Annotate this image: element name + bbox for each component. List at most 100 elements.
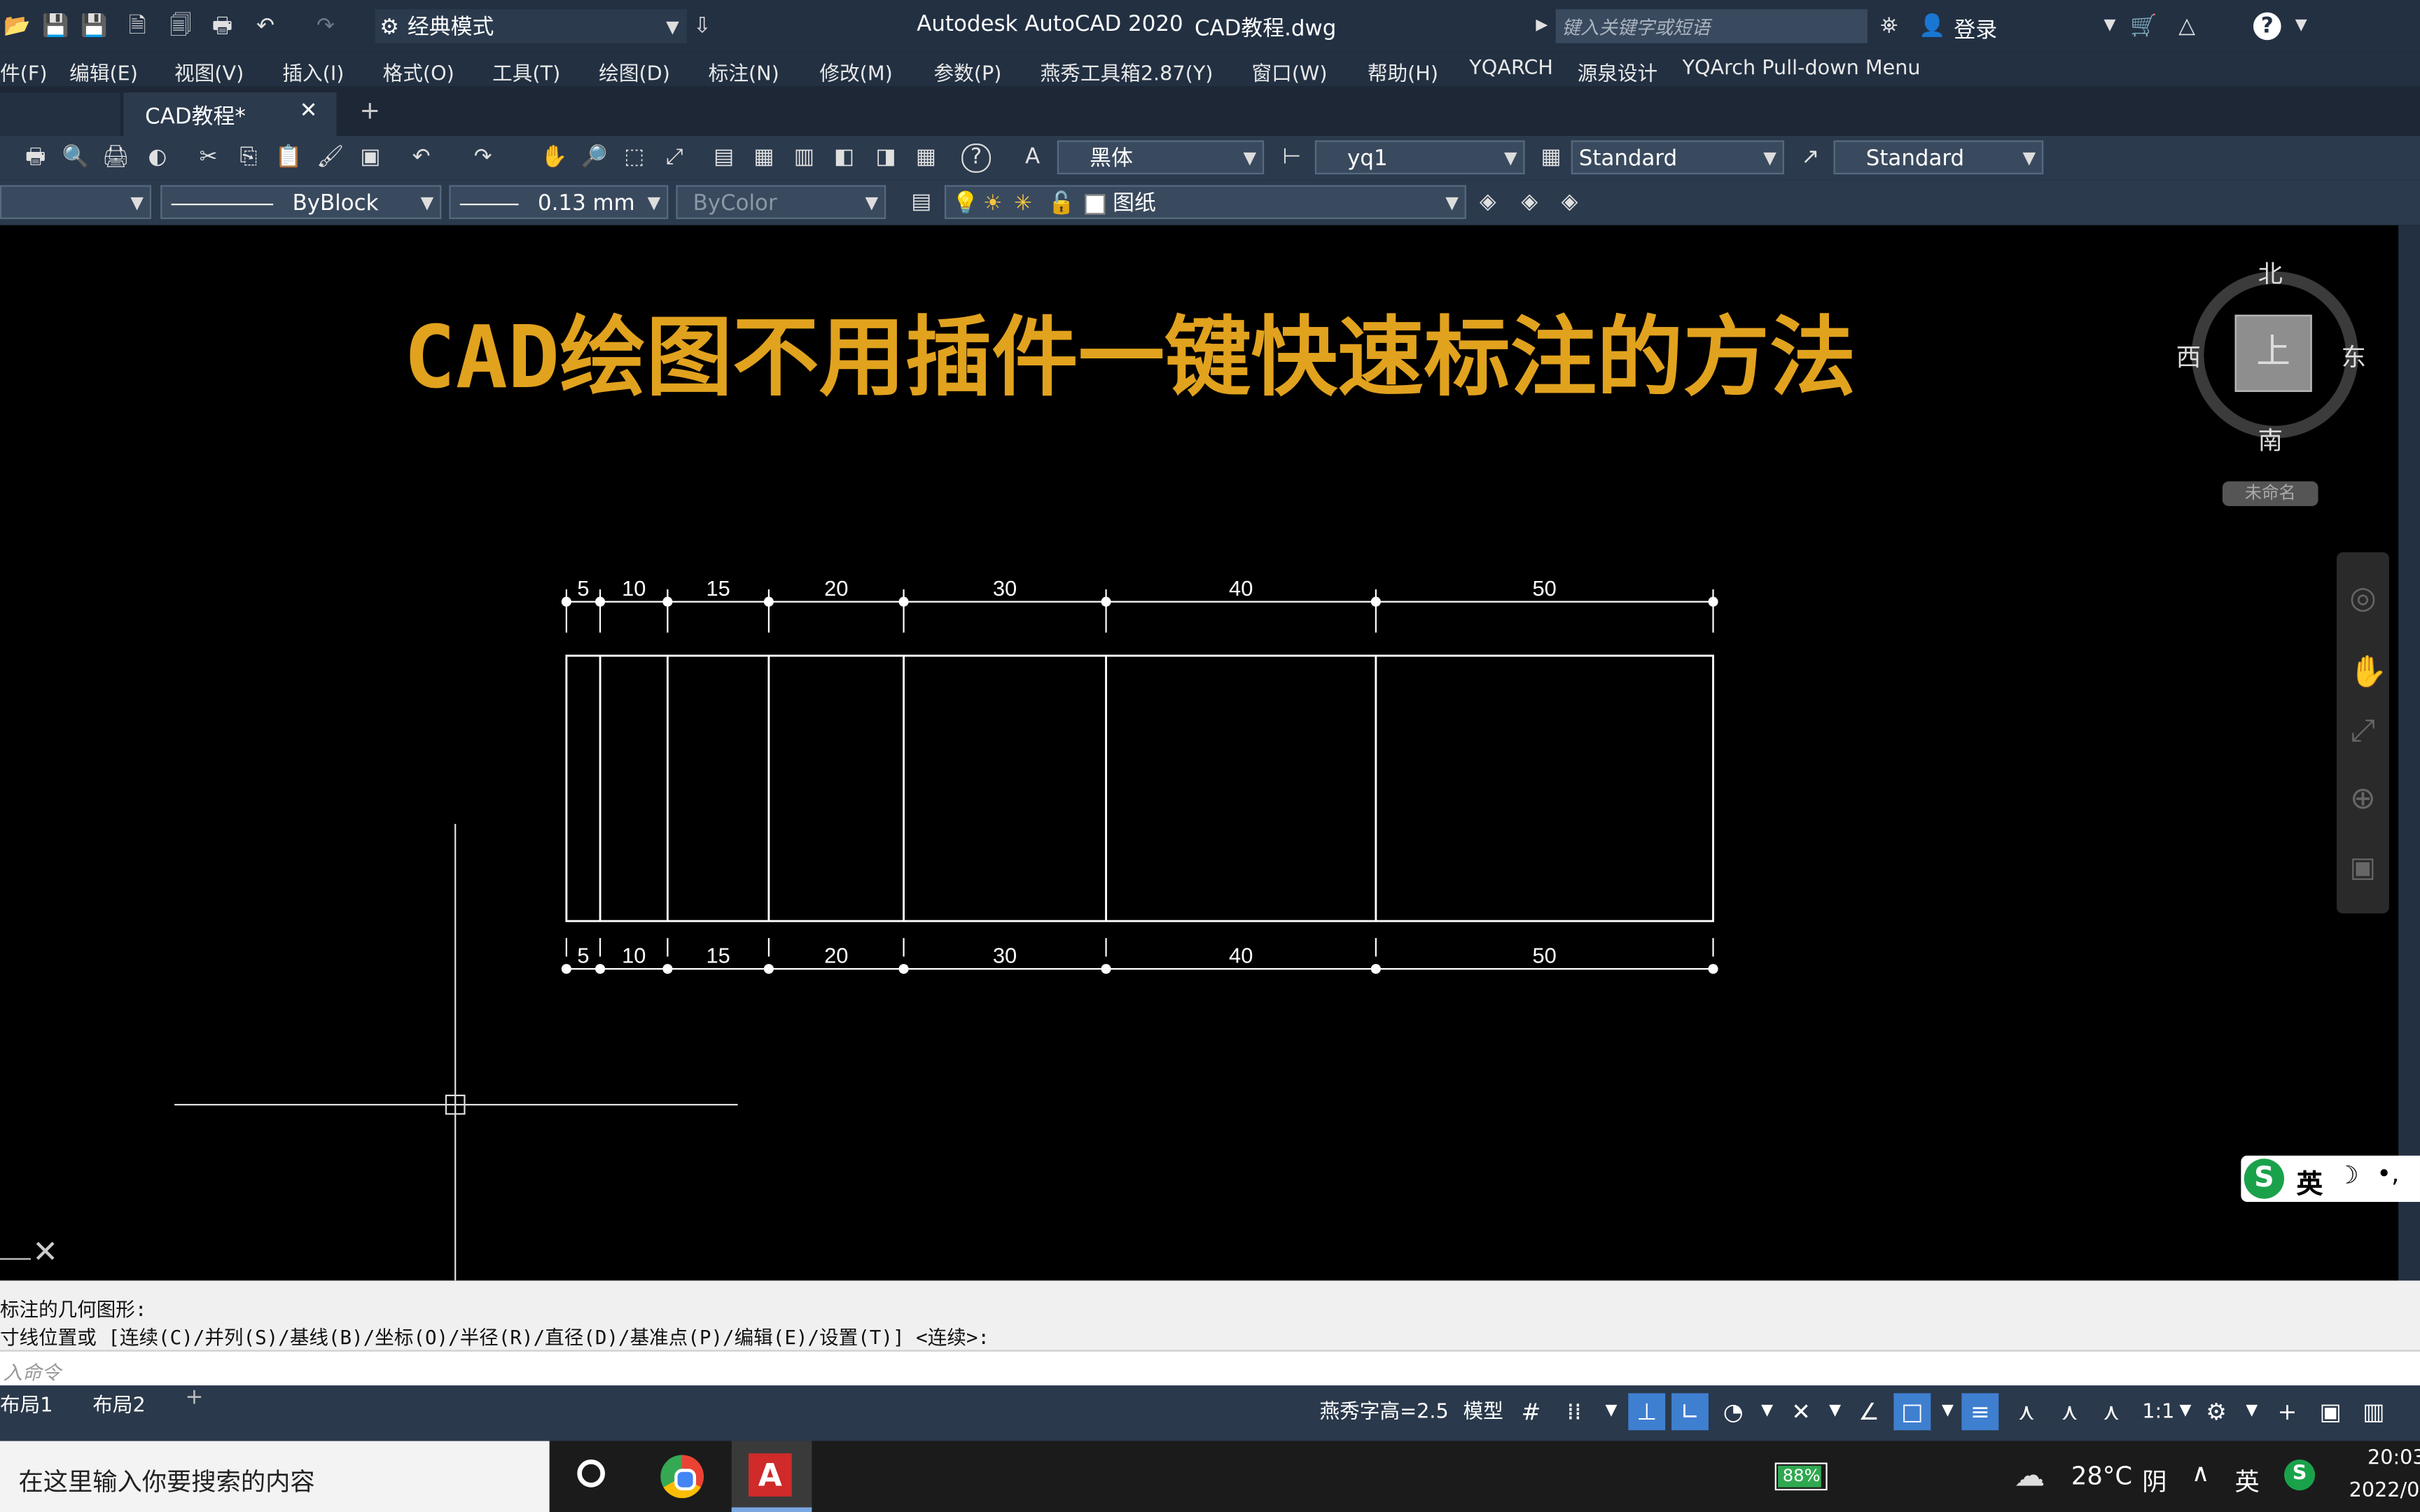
close-icon[interactable]: ✕: [300, 99, 318, 123]
menu-edit[interactable]: 编辑(E): [69, 57, 138, 86]
menu-draw[interactable]: 绘图(D): [599, 57, 670, 86]
text-height-readout[interactable]: 燕秀字高=2.5: [1319, 1394, 1448, 1432]
viewcube-east[interactable]: 东: [2342, 336, 2366, 373]
layout-tab-1[interactable]: 布局1: [0, 1389, 53, 1418]
menu-window[interactable]: 窗口(W): [1252, 57, 1328, 86]
showmotion-icon[interactable]: ▣: [2349, 854, 2377, 883]
weather-cloud-icon[interactable]: ☁: [2014, 1457, 2045, 1494]
cortana-icon[interactable]: [577, 1460, 605, 1488]
text-style-dropdown[interactable]: 黑体 ▼: [1057, 140, 1265, 175]
weather-temp[interactable]: 28°C: [2071, 1461, 2132, 1490]
clock-date[interactable]: 2022/0: [2349, 1480, 2420, 1503]
text-style-icon[interactable]: A: [1019, 144, 1047, 172]
cart-icon[interactable]: 🛒: [2130, 13, 2158, 41]
menu-yqarch-pulldown[interactable]: YQArch Pull-down Menu: [1682, 57, 1920, 80]
plot-icon[interactable]: 🖨: [102, 144, 130, 172]
save-as-icon[interactable]: 💾: [81, 13, 109, 41]
publish-icon[interactable]: 🗐: [167, 13, 195, 41]
ortho-icon[interactable]: ∟: [1671, 1393, 1709, 1431]
markup-icon[interactable]: ◨: [872, 144, 900, 172]
sheet-set-icon[interactable]: ◧: [830, 144, 858, 172]
tray-chevron-icon[interactable]: ∧: [2192, 1458, 2210, 1488]
multileader-style-icon[interactable]: ↗: [1797, 144, 1825, 172]
layer-dropdown[interactable]: 💡 ☀ ✳ 🔓 图纸 ▼: [944, 185, 1466, 219]
zoom-realtime-icon[interactable]: 🔎: [580, 144, 609, 172]
print-icon[interactable]: 🖶: [209, 13, 237, 41]
menu-tools[interactable]: 工具(T): [492, 57, 560, 86]
snap-icon[interactable]: ⁞⁞: [1556, 1393, 1593, 1430]
menu-insert[interactable]: 插入(I): [282, 57, 344, 86]
binoculars-icon[interactable]: ⛯: [1875, 13, 1903, 41]
layer-properties-icon[interactable]: ▤: [908, 188, 936, 216]
tray-ime-lang[interactable]: 英: [2235, 1461, 2260, 1498]
linetype-dropdown[interactable]: ByBlock ▼: [160, 185, 442, 219]
table-style-dropdown[interactable]: Standard ▼: [1571, 140, 1784, 175]
gear-chevron-icon[interactable]: ▼: [2233, 1393, 2270, 1430]
annotation-visibility-icon[interactable]: ⋏: [2008, 1393, 2045, 1430]
viewcube-face-top[interactable]: 上: [2234, 314, 2312, 392]
lineweight-dropdown[interactable]: 0.13 mm ▼: [449, 185, 669, 219]
3d-dwf-icon[interactable]: ◐: [144, 144, 172, 172]
annotation-scale-icon[interactable]: ⋏: [2093, 1393, 2130, 1430]
menu-view[interactable]: 视图(V): [174, 57, 244, 86]
dim-style-dropdown[interactable]: yq1 ▼: [1314, 140, 1525, 175]
help-icon[interactable]: ?: [961, 143, 992, 173]
copy-icon[interactable]: ⎘: [235, 144, 263, 172]
autocad-taskbar-button[interactable]: A: [731, 1441, 812, 1512]
hardware-acceleration-icon[interactable]: ▥: [2355, 1393, 2392, 1430]
export-icon[interactable]: 🗎: [123, 13, 151, 41]
steering-wheel-icon[interactable]: ◎: [2349, 582, 2377, 612]
add-layout-button[interactable]: +: [185, 1385, 203, 1410]
make-current-layer-icon[interactable]: ◈: [1474, 188, 1502, 216]
ime-toolbar[interactable]: S 英 ☽ •,: [2241, 1155, 2420, 1202]
dim-style-icon[interactable]: ⊢: [1278, 144, 1306, 172]
zoom-window-icon[interactable]: ⬚: [620, 144, 648, 172]
polar-chevron-icon[interactable]: ▼: [1748, 1393, 1786, 1430]
workspace-gear-icon[interactable]: ⚙: [2198, 1393, 2235, 1430]
auto-scale-icon[interactable]: ⋏: [2051, 1393, 2088, 1430]
help-chevron-icon[interactable]: ▼: [2287, 13, 2315, 41]
menu-format[interactable]: 格式(O): [383, 57, 454, 86]
layer-previous-icon[interactable]: ◈: [1515, 188, 1543, 216]
zoom-extents-icon[interactable]: ⤢: [2349, 714, 2377, 745]
paste-icon[interactable]: 📋: [274, 144, 302, 172]
menu-yuanquan[interactable]: 源泉设计: [1578, 57, 1658, 86]
undo-icon[interactable]: ↶: [408, 144, 436, 172]
autodesk-a360-icon[interactable]: △: [2173, 13, 2201, 41]
user-icon[interactable]: 👤: [1919, 13, 1947, 41]
punctuation-icon[interactable]: •,: [2377, 1158, 2399, 1188]
grid-icon[interactable]: #: [1512, 1393, 1550, 1430]
layer-states-icon[interactable]: ◈: [1556, 188, 1584, 216]
isodraft-chevron-icon[interactable]: ▼: [1816, 1393, 1854, 1430]
zoom-previous-icon[interactable]: ⤢: [660, 144, 688, 172]
clock-time[interactable]: 20:03: [2367, 1447, 2420, 1470]
login-link[interactable]: 登录: [1954, 14, 1997, 45]
wcs-menu[interactable]: 未命名: [2222, 481, 2318, 506]
battery-indicator[interactable]: 88%: [1774, 1462, 1828, 1491]
print-icon[interactable]: 🖶: [22, 144, 50, 172]
otrack-icon[interactable]: ∠: [1851, 1393, 1888, 1430]
lineweight-display-icon[interactable]: ≡: [1961, 1393, 1999, 1431]
snap-chevron-icon[interactable]: ▼: [1593, 1393, 1630, 1430]
menu-file[interactable]: 件(F): [0, 57, 48, 86]
play-icon[interactable]: ▶: [1528, 13, 1556, 41]
block-editor-icon[interactable]: ▣: [356, 144, 384, 172]
polar-icon[interactable]: ◔: [1715, 1393, 1752, 1430]
pan-icon[interactable]: ✋: [2349, 656, 2388, 687]
open-icon[interactable]: 📂: [3, 13, 31, 41]
menu-help[interactable]: 帮助(H): [1368, 57, 1438, 86]
search-input[interactable]: 键入关键字或短语: [1555, 9, 1868, 43]
properties-icon[interactable]: ▤: [710, 144, 738, 172]
tool-palettes-icon[interactable]: ▥: [790, 144, 818, 172]
help-icon[interactable]: ?: [2253, 12, 2281, 41]
cut-icon[interactable]: ✂: [195, 144, 223, 172]
file-tab[interactable]: CAD教程* ✕: [123, 92, 337, 136]
half-width-icon[interactable]: ☽: [2337, 1160, 2359, 1189]
menu-parametric[interactable]: 参数(P): [933, 57, 1001, 86]
command-input[interactable]: 入命令: [0, 1350, 2420, 1387]
weather-desc[interactable]: 阴: [2142, 1461, 2167, 1498]
viewcube-north[interactable]: 北: [2258, 253, 2283, 290]
tray-sogou-icon[interactable]: S: [2284, 1460, 2316, 1491]
menu-dimension[interactable]: 标注(N): [709, 57, 779, 86]
login-chevron-icon[interactable]: ▼: [2096, 13, 2124, 41]
